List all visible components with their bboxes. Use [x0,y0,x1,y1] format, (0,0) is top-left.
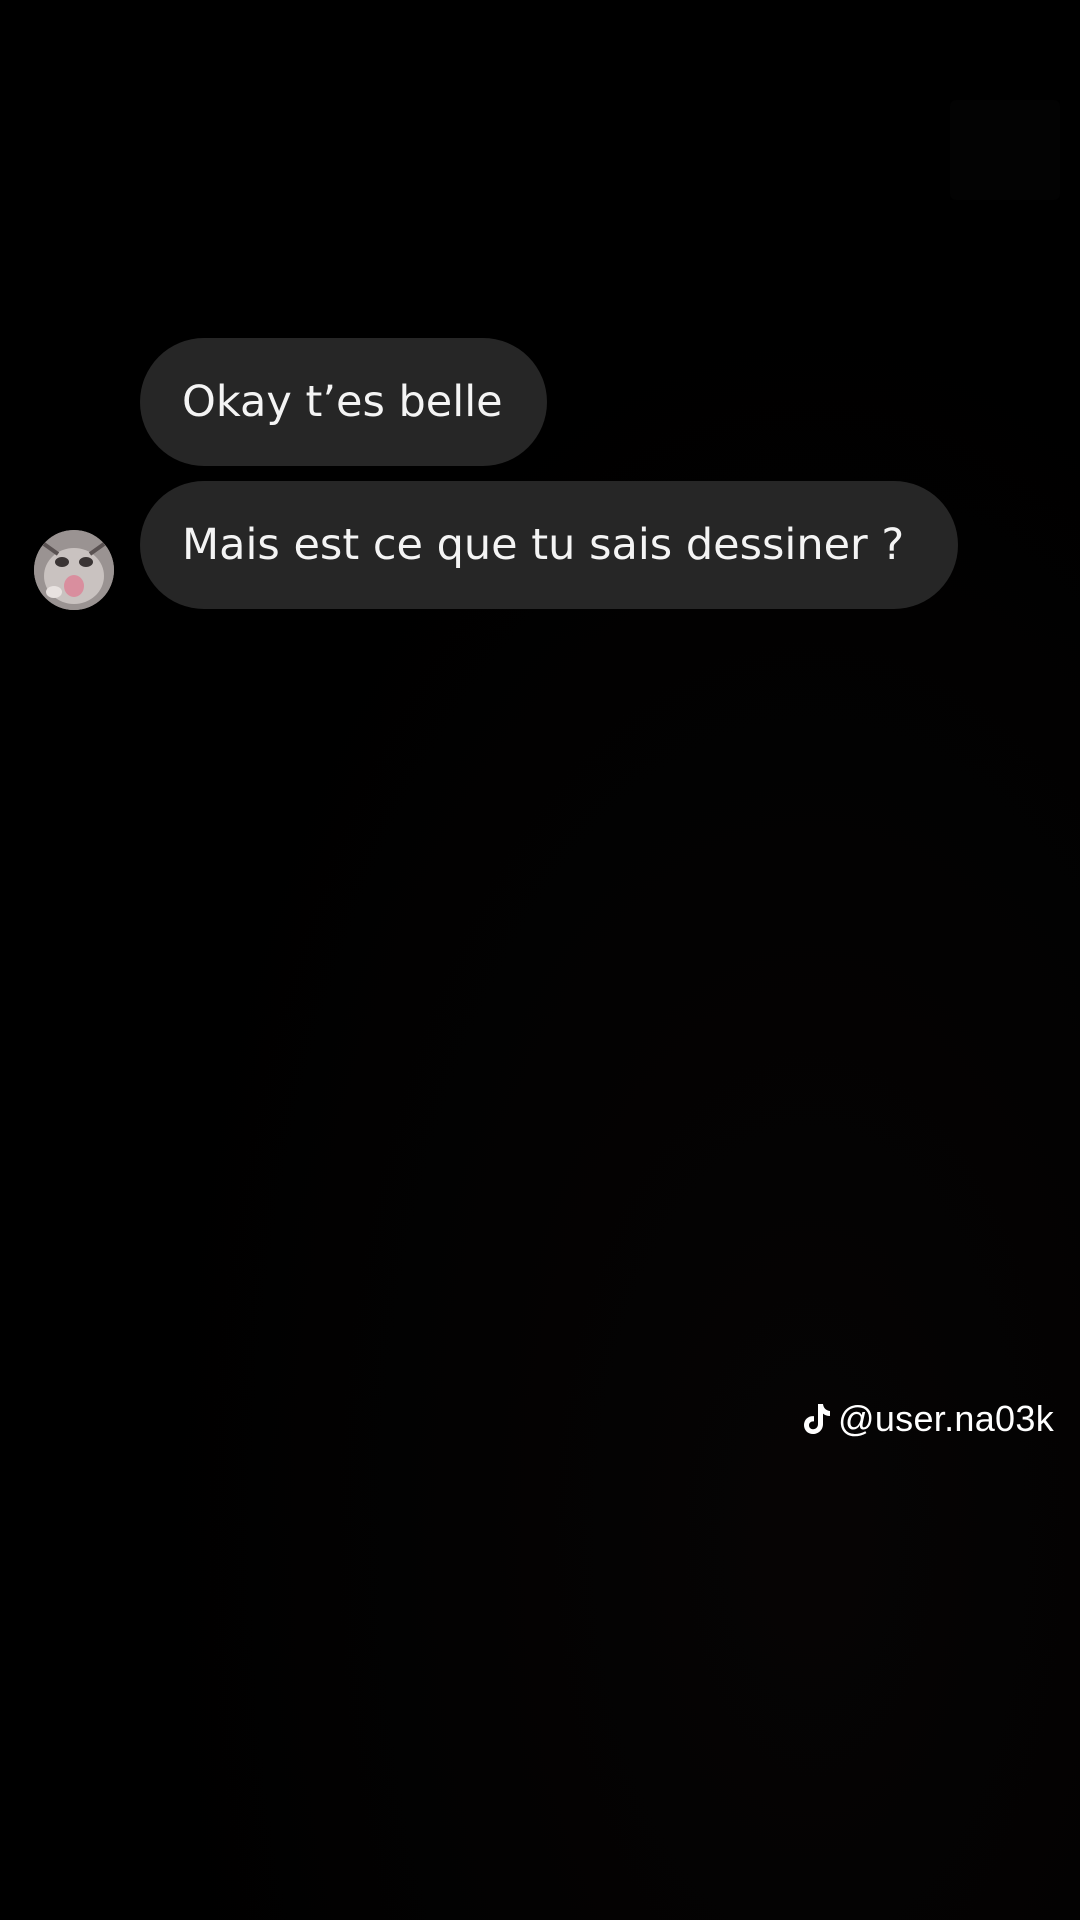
message-text: Mais est ce que tu sais dessiner ? [182,520,905,570]
header-shadow [950,100,1060,200]
tiktok-icon [804,1404,831,1434]
tiktok-watermark: @user.na03k [802,1398,1054,1440]
message-bubble[interactable]: Mais est ce que tu sais dessiner ? [140,481,958,609]
message-text: Okay t’es belle [182,377,503,427]
avatar[interactable] [34,530,114,610]
message-bubble[interactable]: Okay t’es belle [140,338,547,466]
cat-avatar-icon [34,530,114,610]
chat-screen: Okay t’es belle Mais est ce que tu sais … [0,0,1080,1920]
watermark-handle: @user.na03k [838,1398,1054,1439]
